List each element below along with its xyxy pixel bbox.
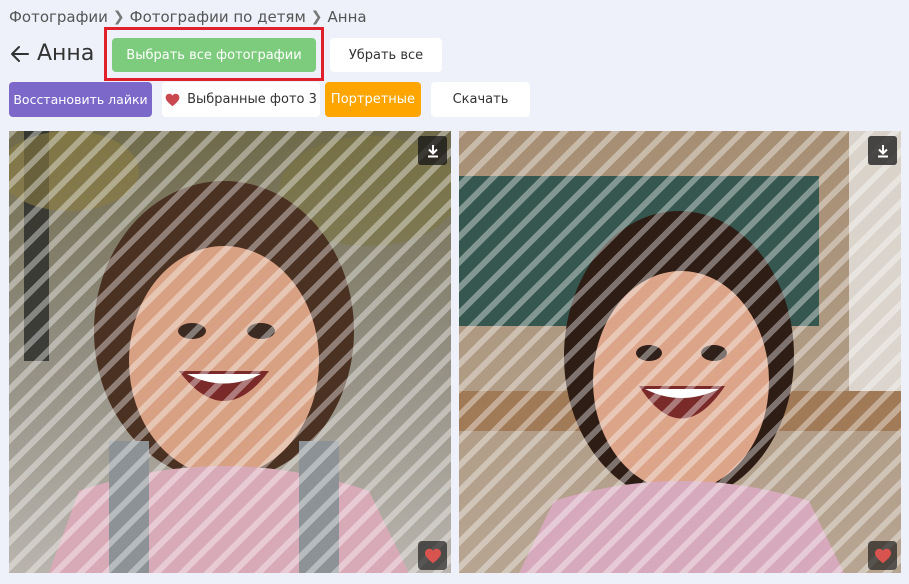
watermark-stripes [9,131,451,573]
chevron-right-icon: ❯ [310,9,323,25]
breadcrumb-item-kids-photos[interactable]: Фотографии по детям [130,8,306,26]
download-button[interactable]: Скачать [431,82,530,117]
breadcrumb-item-photos[interactable]: Фотографии [9,8,108,26]
favorites-label: Выбранные фото 3 [187,92,317,107]
breadcrumb: Фотографии ❯ Фотографии по детям ❯ Анна [9,8,367,26]
photo-card[interactable] [459,131,901,573]
restore-likes-button[interactable]: Восстановить лайки [9,82,152,117]
heart-icon[interactable] [418,541,447,570]
breadcrumb-current: Анна [327,8,367,26]
download-icon[interactable] [418,136,447,165]
select-all-button[interactable]: Выбрать все фотографии [112,38,316,72]
photo-card[interactable] [9,131,451,573]
heart-icon [165,93,180,106]
page-title: Анна [37,41,95,66]
heart-icon[interactable] [868,541,897,570]
watermark-stripes [459,131,901,573]
portraits-button[interactable]: Портретные [325,82,421,117]
remove-all-button[interactable]: Убрать все [330,38,442,72]
chevron-right-icon: ❯ [112,9,125,25]
favorites-button[interactable]: Выбранные фото 3 [162,82,320,117]
download-icon[interactable] [868,136,897,165]
back-arrow-icon[interactable] [8,42,32,66]
